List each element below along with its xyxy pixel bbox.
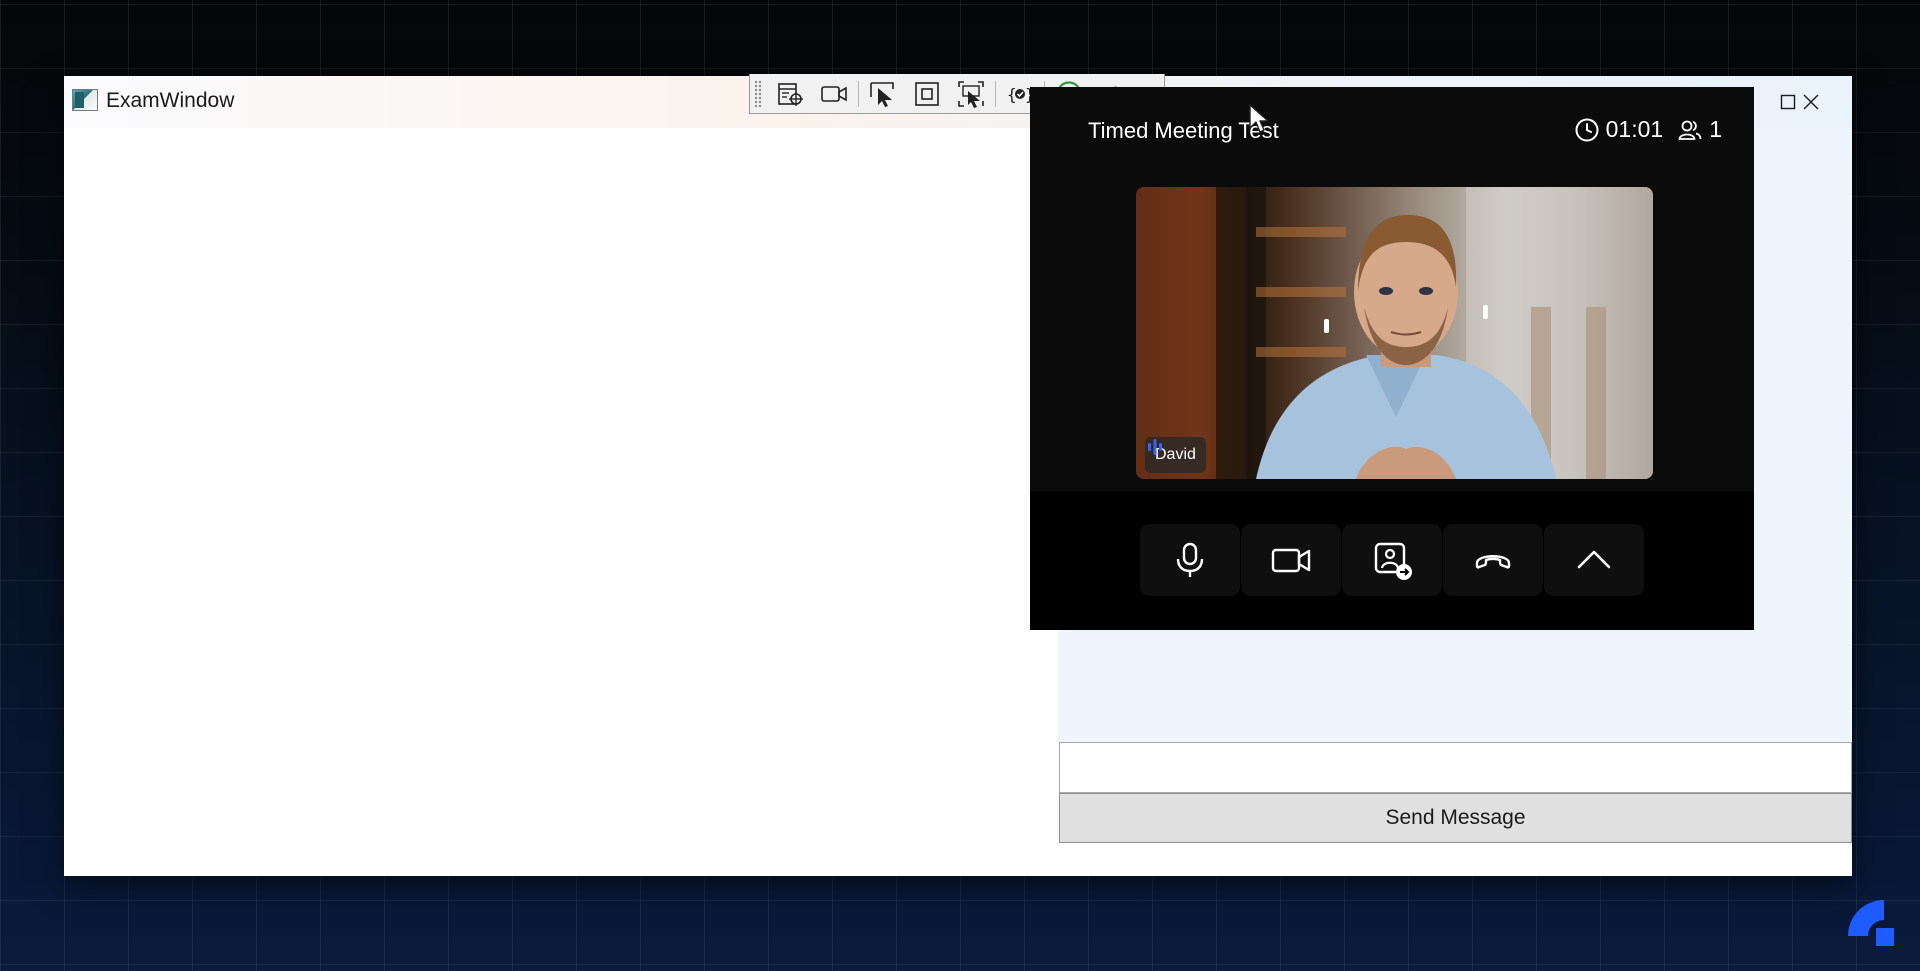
- window-title: ExamWindow: [106, 89, 235, 112]
- participant-portrait: [1136, 187, 1653, 479]
- camera-button[interactable]: [1241, 524, 1341, 596]
- bounds-icon[interactable]: [905, 76, 949, 112]
- hang-up-icon: [1475, 555, 1511, 569]
- brand-logo-icon: [1848, 900, 1894, 946]
- share-screen-icon: [1374, 542, 1412, 580]
- speaking-indicator-icon: [1148, 439, 1162, 455]
- participant-count: 1: [1709, 116, 1722, 142]
- toolbar-grip[interactable]: [754, 79, 762, 108]
- track-focus-icon[interactable]: [949, 76, 993, 112]
- participant-video: David: [1136, 187, 1653, 479]
- camera-icon: [1271, 548, 1311, 573]
- app-window-icon: [72, 89, 98, 111]
- participant-name-tag: David: [1145, 437, 1206, 473]
- hang-up-button[interactable]: [1443, 524, 1543, 596]
- microphone-button[interactable]: [1140, 524, 1240, 596]
- more-options-icon: [1577, 550, 1611, 569]
- meeting-stats: 01:01 1: [1574, 116, 1722, 143]
- call-controls: [1030, 491, 1754, 630]
- more-options-button[interactable]: [1544, 524, 1644, 596]
- chat-message-input[interactable]: [1059, 742, 1852, 793]
- record-icon[interactable]: [812, 76, 856, 112]
- participants-icon: [1678, 120, 1702, 140]
- toolbar-separator: [995, 80, 996, 107]
- microphone-icon: [1176, 542, 1204, 577]
- video-meeting-panel: Timed Meeting Test 01:01 1 David: [1030, 87, 1754, 630]
- select-element-icon[interactable]: [768, 76, 812, 112]
- toolbar-separator: [858, 80, 859, 107]
- meeting-timer: 01:01: [1605, 116, 1664, 142]
- pointer-select-icon[interactable]: [861, 76, 905, 112]
- close-icon[interactable]: [1770, 76, 1852, 128]
- mouse-cursor-icon: [1249, 104, 1269, 133]
- clock-icon: [1575, 118, 1599, 141]
- send-message-button[interactable]: Send Message: [1059, 793, 1852, 843]
- share-screen-button[interactable]: [1342, 524, 1442, 596]
